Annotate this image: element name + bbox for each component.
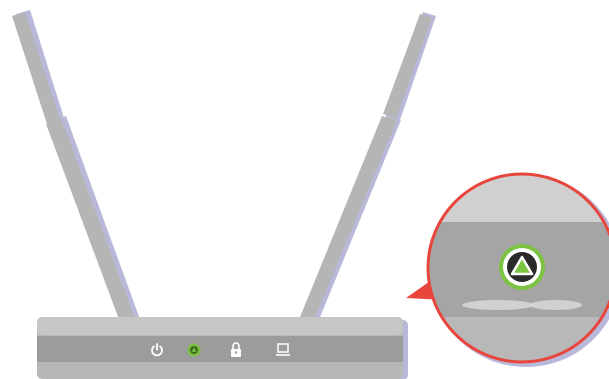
router-illustration (0, 0, 609, 379)
magnified-wireless-icon (499, 244, 545, 290)
router-body (37, 317, 408, 379)
left-antenna (12, 10, 141, 322)
wireless-status-icon (187, 343, 201, 357)
right-antenna (298, 12, 436, 322)
magnifier-callout (406, 172, 609, 367)
